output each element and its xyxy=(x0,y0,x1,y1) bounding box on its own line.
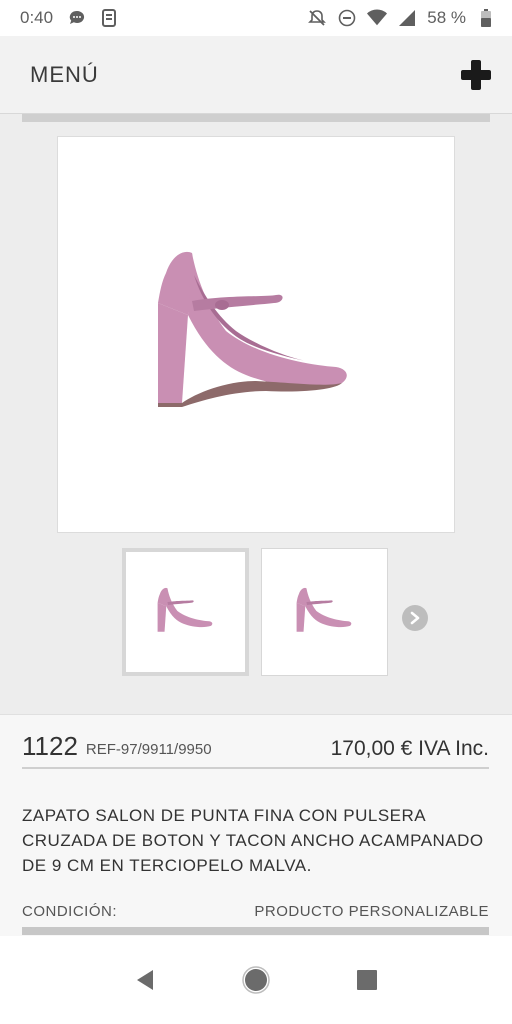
phone-sim-icon xyxy=(99,8,119,28)
do-not-disturb-icon xyxy=(337,8,357,28)
home-icon[interactable] xyxy=(236,960,276,1000)
menu-button[interactable]: MENÚ xyxy=(30,62,99,88)
product-code: 1122 xyxy=(22,731,78,761)
status-bar: 0:40 58 % xyxy=(0,0,512,36)
product-price: 170,00 € IVA Inc. xyxy=(330,737,489,760)
condition-value: PRODUCTO PERSONALIZABLE xyxy=(254,903,489,920)
thumbnail-2[interactable] xyxy=(261,548,388,676)
system-nav-bar xyxy=(0,936,512,1024)
product-description: ZAPATO SALON DE PUNTA FINA CON PULSERA C… xyxy=(22,806,484,875)
chevron-right-icon[interactable] xyxy=(402,605,428,631)
header-divider xyxy=(22,114,490,122)
shoe-thumbnail-icon xyxy=(157,587,212,632)
condition-divider xyxy=(22,927,489,935)
condition-row: CONDICIÓN: PRODUCTO PERSONALIZABLE xyxy=(22,903,489,920)
product-info-panel: 1122 REF-97/9911/9950 170,00 € IVA Inc. … xyxy=(0,714,512,936)
battery-percentage: 58 % xyxy=(427,8,466,27)
recents-icon[interactable] xyxy=(347,960,387,1000)
wifi-icon xyxy=(367,8,388,28)
shoe-image xyxy=(158,251,347,407)
shoe-thumbnail-icon xyxy=(296,587,351,632)
battery-icon xyxy=(476,8,496,28)
product-main-image[interactable] xyxy=(57,136,455,533)
chat-bubble-icon xyxy=(67,8,87,28)
back-icon[interactable] xyxy=(125,960,165,1000)
app-header: MENÚ xyxy=(0,36,512,114)
product-header-row: 1122 REF-97/9911/9950 170,00 € IVA Inc. xyxy=(22,725,489,769)
signal-icon xyxy=(397,8,417,28)
plus-icon[interactable] xyxy=(458,57,494,93)
thumbnail-1[interactable] xyxy=(122,548,249,676)
condition-label: CONDICIÓN: xyxy=(22,903,117,920)
status-time: 0:40 xyxy=(20,8,54,27)
product-ref: REF-97/9911/9950 xyxy=(85,741,212,758)
notifications-off-icon xyxy=(307,8,327,28)
